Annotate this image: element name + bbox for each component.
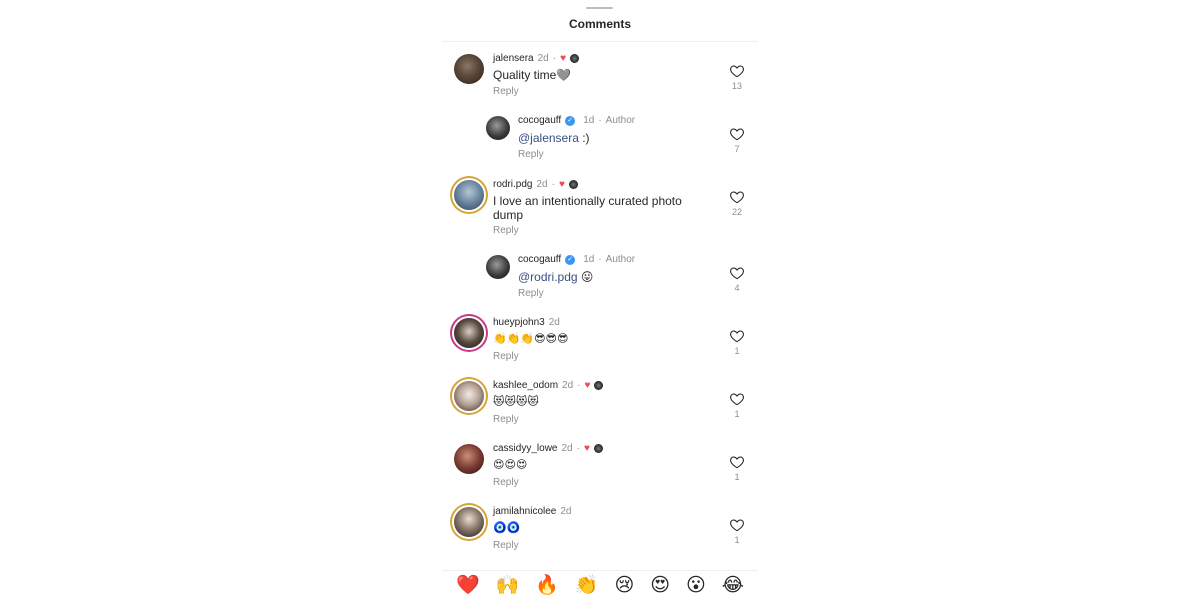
emoji-clapping-hands[interactable]: 👏 — [575, 575, 599, 597]
author-avatar-icon — [594, 381, 604, 390]
emoji-red-heart[interactable]: ❤️ — [456, 575, 480, 597]
comment-text: 🧿🧿 — [493, 522, 521, 534]
comment-body: 😛 — [577, 270, 594, 284]
comment-time: 2d — [537, 53, 549, 64]
comment-time: 2d — [536, 179, 548, 190]
comment-time: 2d — [560, 506, 572, 517]
verified-badge-icon: ✓ — [565, 254, 576, 265]
comment-text: 😍😍😍 — [493, 459, 528, 471]
reply-button[interactable]: Reply — [518, 149, 544, 160]
avatar[interactable] — [454, 318, 484, 348]
mention-link[interactable]: @jalensera — [518, 131, 579, 145]
comment-text: 😻😻😻😻 — [493, 396, 539, 408]
emoji-heart-eyes[interactable]: 😍 — [650, 575, 670, 597]
comment-username[interactable]: cassidyy_lowe — [493, 443, 557, 454]
sheet-title: Comments — [568, 17, 631, 31]
heart-outline-icon[interactable] — [729, 189, 745, 205]
red-heart-icon: ♥ — [558, 179, 565, 190]
author-avatar-icon — [570, 54, 579, 63]
avatar[interactable] — [486, 255, 510, 279]
red-heart-icon: ♥ — [560, 53, 566, 64]
separator: · — [551, 179, 555, 190]
comment-text: @rodri.pdg 😛 — [518, 270, 728, 284]
separator: · — [552, 53, 557, 64]
separator: · — [598, 115, 602, 126]
comment-time: 2d — [561, 443, 573, 454]
comment-text: I love an intentionally curated photo du… — [493, 194, 682, 222]
like-count: 1 — [734, 409, 740, 419]
divider — [442, 41, 758, 42]
comment-text: 👏👏👏😎😎😎 — [493, 333, 569, 345]
comments-sheet: Comments jalensera 2d · ♥ Quality time🩶 … — [442, 0, 758, 600]
heart-outline-icon[interactable] — [729, 328, 745, 344]
like-count: 1 — [734, 346, 740, 356]
sheet-corner-mask-right — [742, 0, 758, 14]
heart-outline-icon[interactable] — [729, 391, 745, 407]
comment-username[interactable]: jalensera — [493, 53, 534, 64]
red-heart-icon: ♥ — [583, 443, 590, 454]
comment-username[interactable]: cocogauff — [518, 115, 561, 126]
reply-button[interactable]: Reply — [493, 86, 519, 97]
emoji-reaction-bar: ❤️ 🙌 🔥 👏 😢 😍 😮 😂 — [442, 570, 758, 600]
like-count: 4 — [734, 283, 740, 293]
emoji-surprised-face[interactable]: 😮 — [686, 575, 706, 597]
author-label: Author — [605, 254, 636, 265]
author-label: Author — [605, 115, 636, 126]
avatar[interactable] — [486, 116, 510, 140]
comment-text: Quality time🩶 — [493, 68, 572, 82]
emoji-crying-face[interactable]: 😢 — [614, 575, 634, 597]
like-count: 22 — [731, 207, 742, 217]
avatar[interactable] — [454, 507, 484, 537]
like-count: 1 — [734, 472, 740, 482]
comment-username[interactable]: kashlee_odom — [493, 380, 558, 391]
emoji-laughing-face[interactable]: 😂 — [722, 575, 744, 597]
heart-outline-icon[interactable] — [729, 126, 745, 142]
author-avatar-icon — [593, 444, 603, 453]
author-avatar-icon — [568, 180, 578, 189]
sheet-corner-mask-left — [442, 0, 458, 14]
reply-button[interactable]: Reply — [493, 540, 519, 551]
like-count: 7 — [734, 144, 740, 154]
avatar[interactable] — [454, 180, 484, 210]
comment-username[interactable]: cocogauff — [518, 254, 561, 265]
avatar[interactable] — [454, 381, 484, 411]
drag-handle[interactable] — [586, 7, 613, 9]
like-count: 13 — [731, 81, 742, 91]
reply-button[interactable]: Reply — [493, 414, 519, 425]
comment-time: 1d — [583, 115, 595, 126]
heart-outline-icon[interactable] — [729, 517, 745, 533]
red-heart-icon: ♥ — [584, 380, 591, 391]
comment-time: 2d — [562, 380, 574, 391]
comment-time: 1d — [583, 254, 595, 265]
emoji-fire[interactable]: 🔥 — [535, 575, 559, 597]
reply-button[interactable]: Reply — [518, 288, 544, 299]
comment-text: @jalensera :) — [518, 131, 728, 145]
reply-button[interactable]: Reply — [493, 351, 519, 362]
comment-username[interactable]: jamilahnicolee — [493, 506, 556, 517]
avatar[interactable] — [454, 54, 484, 84]
like-count: 1 — [734, 535, 740, 545]
emoji-raising-hands[interactable]: 🙌 — [496, 575, 520, 597]
comment-username[interactable]: hueypjohn3 — [493, 317, 545, 328]
heart-outline-icon[interactable] — [729, 454, 745, 470]
reply-button[interactable]: Reply — [493, 477, 519, 488]
verified-badge-icon: ✓ — [565, 115, 576, 126]
heart-outline-icon[interactable] — [729, 265, 745, 281]
avatar[interactable] — [454, 444, 484, 474]
heart-outline-icon[interactable] — [729, 63, 745, 79]
reply-button[interactable]: Reply — [493, 225, 519, 236]
separator: · — [576, 443, 580, 454]
separator: · — [598, 254, 602, 265]
mention-link[interactable]: @rodri.pdg — [518, 270, 578, 284]
comment-body: :) — [578, 131, 590, 145]
comment-username[interactable]: rodri.pdg — [493, 179, 532, 190]
comment-time: 2d — [548, 317, 560, 328]
separator: · — [577, 380, 581, 391]
